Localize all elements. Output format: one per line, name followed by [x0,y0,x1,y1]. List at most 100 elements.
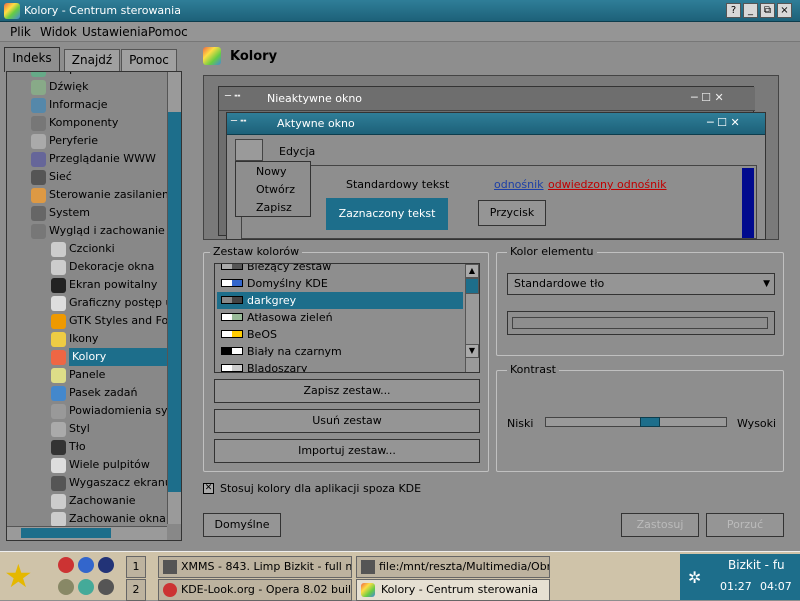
tree-item[interactable]: Kolory [7,348,169,366]
tree-item[interactable]: Sterowanie zasilaniem [7,186,173,204]
tree-item[interactable]: Powiadomienia sys [7,402,173,420]
scroll-up-icon[interactable]: ▲ [465,264,479,278]
selected-text: Zaznaczony tekst [326,198,448,230]
preview-menu-edycja[interactable]: Edycja [279,145,315,158]
tree-item[interactable]: Komponenty [7,114,165,132]
firefox-icon[interactable] [78,557,94,573]
tab-znajdz[interactable]: Znajdź [64,49,120,71]
link-text[interactable]: odnośnik [494,178,544,191]
scroll-thumb[interactable] [465,278,479,294]
tree-item[interactable]: Wygląd i zachowanie (U [7,222,181,240]
active-window[interactable]: ─ ╍ Aktywne okno ─ ☐ ✕ Edycja Nowy Otwór… [226,112,766,240]
menu-ustawienia[interactable]: Ustawienia [82,25,148,39]
import-scheme-button[interactable]: Importuj zestaw... [214,439,480,463]
tree-item[interactable]: Przeglądanie WWW [7,150,165,168]
preview-scrollbar[interactable] [742,168,754,238]
minimize-button[interactable]: _ [743,3,758,18]
tree-item[interactable]: Pasek zadań [7,384,165,402]
tree-item[interactable]: Informacje [7,96,165,114]
desktops-icon [51,458,66,473]
tree-item[interactable]: Wiele pulpitów [7,456,165,474]
title-bar[interactable]: Kolory - Centrum sterowania ? _ ⧉ × [0,0,800,22]
tree-scroll-thumb[interactable] [168,112,181,492]
scheme-item[interactable]: BeOS [217,326,463,343]
tree-item[interactable]: Panele [7,366,165,384]
scheme-swatch [221,296,243,304]
close-button[interactable]: × [777,3,792,18]
tree-item[interactable]: Czcionki [7,240,165,258]
reset-button[interactable]: Porzuć [706,513,784,537]
web-icon[interactable] [78,579,94,595]
element-select[interactable]: Standardowe tło ▼ [507,273,775,295]
tree-item[interactable]: System [7,204,165,222]
tree-item[interactable]: Graficzny postęp ur [7,294,177,312]
scroll-down-icon[interactable]: ▼ [465,344,479,358]
apply-button[interactable]: Zastosuj [621,513,699,537]
gear-icon[interactable]: ✲ [688,568,701,587]
tree-item[interactable]: Wygaszacz ekranu [7,474,172,492]
preview-button[interactable]: Przycisk [478,200,546,226]
colors-app-icon[interactable] [4,3,20,19]
tree-item[interactable]: Dekoracje okna [7,258,165,276]
menu-widok[interactable]: Widok [40,25,77,39]
slider-handle[interactable] [639,417,660,427]
tree-item[interactable]: Peryferie [7,132,165,150]
tree-item[interactable]: Bezpieczeństwo [7,72,165,78]
tree-item[interactable]: Zachowanie [7,492,165,510]
notify-icon [51,404,66,419]
scheme-item[interactable]: Domyślny KDE [217,275,463,292]
popup-item-otworz[interactable]: Otwórz [256,183,295,196]
konqueror-icon[interactable] [98,557,114,573]
popup-item-nowy[interactable]: Nowy [256,165,286,178]
menu-plik[interactable]: Plik [10,25,31,39]
apply-kde-checkbox[interactable]: ✕ [203,483,214,494]
module-tree[interactable]: Bezpieczeństwo Dźwięk Informacje Komponenty… [6,71,182,541]
contrast-slider[interactable] [545,417,727,427]
terminal-icon[interactable] [98,579,114,595]
kmenu-star-icon[interactable]: ★ [4,558,33,594]
scheme-item[interactable]: Bladoszary [217,360,463,372]
opera-icon[interactable] [58,557,74,573]
popup-item-zapisz[interactable]: Zapisz [256,201,292,214]
maximize-button[interactable]: ⧉ [760,3,775,18]
menu-button[interactable] [235,139,263,161]
help-button[interactable]: ? [726,3,741,18]
color-preview[interactable]: ─ ╍ Nieaktywne okno ─ ☐ ✕ ─ ╍ Aktywne ok… [203,75,779,240]
tree-item-label: Graficzny postęp ur [69,296,178,309]
tree-item[interactable]: Styl [7,420,165,438]
defaults-button[interactable]: Domyślne [203,513,281,537]
contrast-high-label: Wysoki [737,417,777,430]
tree-hscroll-thumb[interactable] [21,528,111,538]
task-control-center[interactable]: Kolory - Centrum sterowania [356,579,550,601]
tab-pomoc[interactable]: Pomoc [121,49,177,71]
task-xmms[interactable]: XMMS - 843. Limp Bizkit - full nels [158,556,352,578]
save-scheme-button[interactable]: Zapisz zestaw... [214,379,480,403]
tree-item[interactable]: Sieć [7,168,165,186]
preview-popup-menu[interactable]: Nowy Otwórz Zapisz [235,161,311,217]
menu-pomoc[interactable]: Pomoc [148,25,188,39]
desktop-1-button[interactable]: 1 [126,556,146,578]
color-button[interactable] [507,311,775,335]
inactive-titlebar: ─ ╍ Nieaktywne okno ─ ☐ ✕ [219,87,755,111]
tree-item[interactable]: Tło [7,438,165,456]
tab-indeks[interactable]: Indeks [4,47,60,72]
scheme-item[interactable]: Biały na czarnym [217,343,463,360]
tree-item[interactable]: GTK Styles and Fo [7,312,168,330]
home-icon[interactable] [58,579,74,595]
desktop-2-button[interactable]: 2 [126,579,146,601]
tree-item-label: Dźwięk [49,80,89,93]
scheme-list[interactable]: Bladoszary Biały na czarnym BeOS Atłasowa z… [214,263,480,373]
tree-item[interactable]: Dźwięk [7,78,165,96]
task-file-manager[interactable]: file:/mnt/reszta/Multimedia/Obrazy [356,556,550,578]
scheme-item[interactable]: Bieżący zestaw [217,264,463,275]
task-opera[interactable]: KDE-Look.org - Opera 8.02 build 1 [158,579,352,601]
scheme-item[interactable]: darkgrey [217,292,463,309]
tree-item[interactable]: Ikony [7,330,165,348]
task-opera-label: KDE-Look.org - Opera 8.02 build 1 [181,583,352,596]
apply-kde-label: Stosuj kolory dla aplikacji spoza KDE [220,482,422,495]
tree-item[interactable]: Ekran powitalny [7,276,165,294]
visited-link-text[interactable]: odwiedzony odnośnik [548,178,667,191]
tree-item-label: Peryferie [49,134,99,147]
remove-scheme-button[interactable]: Usuń zestaw [214,409,480,433]
scheme-item[interactable]: Atłasowa zieleń [217,309,463,326]
